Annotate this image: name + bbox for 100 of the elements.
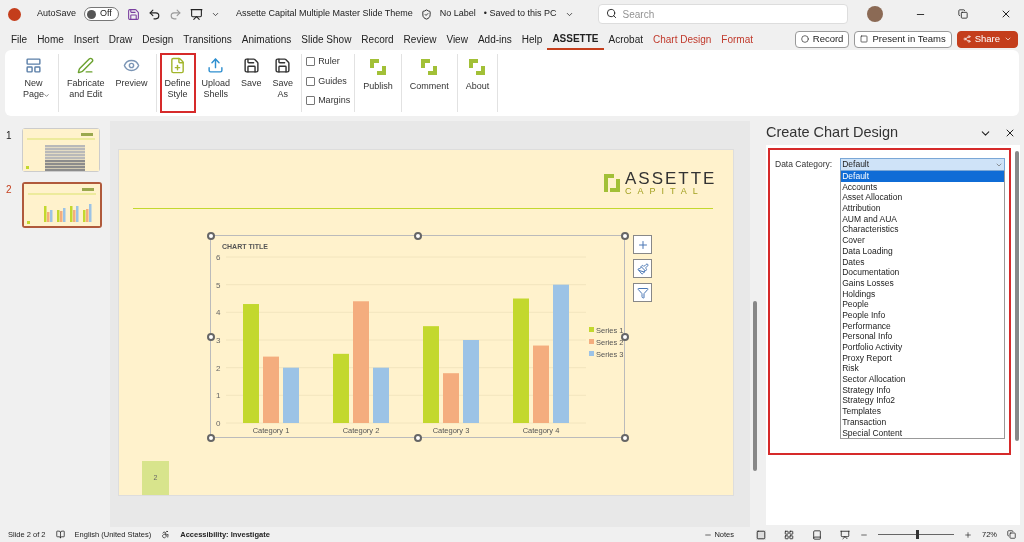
search-field[interactable]: Search — [597, 4, 848, 24]
ribbon-tab[interactable]: Record — [356, 28, 399, 50]
dropdown-option[interactable]: Performance — [841, 320, 1005, 332]
ribbon-tab[interactable]: Home — [32, 28, 69, 50]
ribbon-tab[interactable]: Review — [398, 28, 442, 50]
ribbon-button[interactable]: Define Style — [160, 54, 195, 112]
dropdown-field[interactable]: Default — [840, 158, 1006, 171]
caret-icon — [1004, 35, 1012, 43]
ribbon-tab[interactable]: Chart Design — [648, 28, 717, 50]
ribbon-button[interactable]: New Page — [13, 54, 54, 112]
ribbon-button[interactable]: Fabricate and Edit — [63, 54, 109, 112]
dropdown-option[interactable]: People — [841, 299, 1005, 310]
slideshow-icon[interactable] — [840, 529, 850, 540]
record-button[interactable]: Record — [794, 30, 850, 48]
dropdown-option[interactable]: Transaction — [841, 416, 1005, 428]
ribbon-button[interactable]: Save As — [268, 54, 298, 112]
fit-slide-icon[interactable] — [1007, 530, 1016, 539]
save-status: • Saved to this PC — [483, 7, 557, 21]
chart-styles-button[interactable] — [633, 259, 652, 278]
sorter-view-icon[interactable] — [784, 529, 794, 540]
dropdown-option[interactable]: Documentation — [841, 267, 1005, 278]
dropdown-option[interactable]: Strategy Info — [841, 384, 1005, 396]
dropdown-option[interactable]: Dates — [841, 256, 1005, 268]
checkbox-label[interactable]: Ruler — [318, 55, 340, 69]
restore-icon[interactable] — [958, 9, 968, 19]
dropdown-option[interactable]: AUM and AUA — [841, 213, 1005, 225]
dropdown-option[interactable]: Proxy Report — [841, 352, 1005, 364]
dropdown-option[interactable]: Characteristics — [841, 224, 1005, 236]
resize-handle[interactable] — [207, 333, 215, 341]
checkbox-label[interactable]: Margins — [318, 94, 351, 108]
ribbon-tab[interactable]: View — [441, 28, 473, 50]
dropdown-option[interactable]: People Info — [841, 309, 1005, 321]
presentation-icon[interactable] — [189, 7, 203, 21]
ribbon-tab[interactable]: Animations — [236, 28, 297, 50]
dropdown-option[interactable]: Data Loading — [841, 245, 1005, 257]
accessibility-icon — [161, 530, 171, 539]
undo-icon[interactable] — [147, 7, 161, 21]
ribbon-tab[interactable]: Format — [716, 28, 758, 50]
dropdown-option[interactable]: Cover — [841, 235, 1005, 246]
ribbon-tab[interactable]: Draw — [103, 28, 138, 50]
ribbon-button[interactable]: Upload Shells — [197, 54, 235, 112]
scrollbar[interactable] — [753, 301, 757, 471]
dropdown-option[interactable]: Attribution — [841, 203, 1005, 214]
ribbon-tab[interactable]: Acrobat — [603, 28, 648, 50]
brush-icon — [636, 262, 649, 275]
checkbox[interactable] — [306, 96, 316, 106]
slide-thumbnail[interactable] — [24, 184, 100, 226]
ribbon-tab[interactable]: Add-ins — [472, 28, 517, 50]
avatar-icon[interactable] — [867, 6, 883, 22]
ribbon-tab[interactable]: Help — [516, 28, 548, 50]
close-icon[interactable] — [1000, 8, 1012, 20]
dropdown-option[interactable]: Holdings — [841, 288, 1005, 300]
chart-elements-button[interactable] — [633, 235, 652, 254]
resize-handle[interactable] — [414, 232, 422, 240]
normal-view-icon[interactable] — [756, 529, 766, 540]
reading-view-icon[interactable] — [812, 529, 822, 540]
dropdown-option[interactable]: Risk — [841, 363, 1005, 375]
ribbon-tab[interactable]: Slide Show — [296, 28, 357, 50]
save-icon[interactable] — [126, 7, 140, 21]
dropdown-option[interactable]: Special Content — [841, 427, 1005, 439]
record-icon — [800, 35, 809, 43]
dropdown-option[interactable]: Strategy Info2 — [841, 395, 1005, 407]
dropdown-option[interactable]: Accounts — [841, 181, 1005, 193]
resize-handle[interactable] — [207, 232, 215, 240]
resize-handle[interactable] — [207, 434, 215, 442]
dropdown-option[interactable]: Templates — [841, 406, 1005, 417]
share-button[interactable]: Share — [956, 30, 1018, 48]
app-logo-icon — [8, 7, 21, 21]
chart-filters-button[interactable] — [633, 283, 652, 302]
resize-handle[interactable] — [621, 434, 629, 442]
checkbox[interactable] — [306, 76, 316, 86]
zoom-in-icon[interactable] — [964, 530, 972, 539]
slide-number: 2 — [6, 183, 12, 197]
checkbox-label[interactable]: Guides — [318, 74, 347, 88]
spelling-icon[interactable] — [55, 530, 65, 539]
close-icon[interactable] — [1004, 127, 1016, 139]
resize-handle[interactable] — [621, 232, 629, 240]
ribbon-button[interactable]: Save — [237, 54, 266, 112]
layout-icon — [25, 57, 42, 74]
ribbon-button[interactable]: Preview — [111, 54, 152, 112]
ribbon-button[interactable]: About — [461, 54, 494, 112]
ribbon-tab[interactable]: Transitions — [178, 28, 237, 50]
dropdown-option[interactable]: Default — [841, 171, 1005, 182]
ribbon-button[interactable]: Publish — [359, 54, 397, 112]
ribbon-tab[interactable]: Design — [137, 28, 179, 50]
resize-handle[interactable] — [414, 434, 422, 442]
present-button[interactable]: Present in Teams — [854, 30, 952, 48]
ribbon-tab[interactable]: Insert — [68, 28, 104, 50]
dropdown-option[interactable]: Gains Losses — [841, 277, 1005, 289]
dropdown-option[interactable]: Personal Info — [841, 331, 1005, 342]
checkbox[interactable] — [306, 57, 316, 67]
plus-icon — [636, 238, 649, 251]
dropdown-option[interactable]: Asset Allocation — [841, 192, 1005, 204]
dropdown-option[interactable]: Portfolio Activity — [841, 342, 1005, 353]
resize-handle[interactable] — [621, 333, 629, 341]
autosave-toggle[interactable]: Off — [84, 7, 119, 21]
dropdown-option[interactable]: Sector Allocation — [841, 374, 1005, 385]
ribbon-button[interactable]: Comment — [405, 54, 453, 112]
ribbon-tab[interactable]: File — [6, 28, 33, 50]
slide-thumbnail[interactable] — [23, 129, 99, 171]
